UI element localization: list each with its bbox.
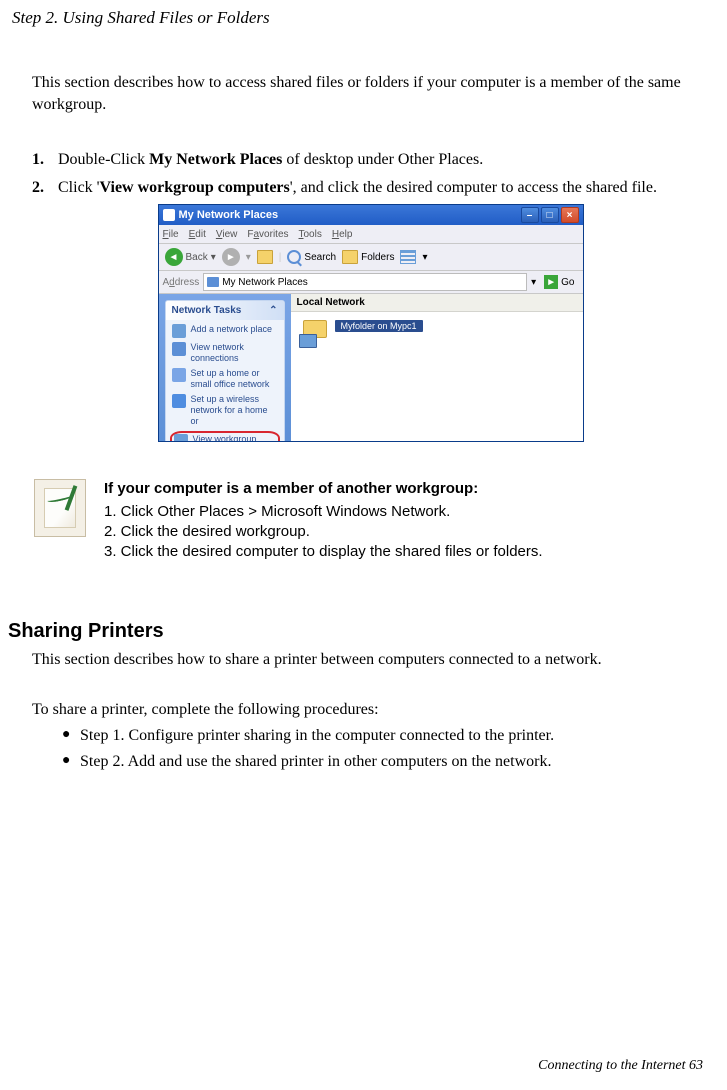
network-place-icon: [172, 324, 186, 338]
note-heading: If your computer is a member of another …: [104, 479, 543, 499]
step-number: 2.: [32, 177, 58, 199]
dropdown-icon: ▾: [211, 252, 216, 263]
step-number: 1.: [32, 149, 58, 171]
step-text: Double-Click My Network Places of deskto…: [58, 149, 709, 171]
maximize-button[interactable]: □: [541, 207, 559, 223]
menu-view[interactable]: View: [216, 229, 238, 240]
separator-icon: ▾: [246, 252, 251, 263]
task-label: View network connections: [191, 342, 278, 364]
collapse-icon: ⌃: [269, 305, 277, 316]
address-value: My Network Places: [222, 277, 308, 288]
content-pane: Local Network Myfolder on Mypc1: [291, 294, 583, 442]
address-field[interactable]: My Network Places: [203, 273, 527, 291]
go-arrow-icon: ►: [544, 275, 558, 289]
window-title: My Network Places: [179, 209, 279, 221]
folder-icon: [342, 250, 358, 264]
wireless-icon: [172, 394, 186, 408]
text-fragment: of desktop under Other Places.: [282, 151, 483, 168]
bullet-icon: ●: [62, 727, 80, 745]
go-label: Go: [561, 277, 574, 288]
bullet-step-1: ● Step 1. Configure printer sharing in t…: [32, 727, 709, 745]
search-label: Search: [304, 252, 336, 263]
forward-button[interactable]: ►: [222, 248, 240, 266]
menu-favorites[interactable]: Favorites: [247, 229, 288, 240]
note-icon-wrap: [34, 479, 86, 537]
text-fragment: ', and click the desired computer to acc…: [290, 179, 657, 196]
window-titlebar: My Network Places – □ ×: [159, 205, 583, 225]
search-button[interactable]: Search: [287, 250, 336, 264]
bullet-text: Step 1. Configure printer sharing in the…: [80, 727, 554, 745]
shared-folder-item[interactable]: Myfolder on Mypc1: [299, 320, 423, 350]
note-line-2: 2. Click the desired workgroup.: [104, 522, 543, 542]
close-button[interactable]: ×: [561, 207, 579, 223]
note-icon: [44, 488, 76, 528]
task-label: Add a network place: [191, 324, 273, 335]
section-intro: This section describes how to share a pr…: [32, 649, 709, 671]
task-add-network-place[interactable]: Add a network place: [172, 324, 278, 338]
text-fragment: Double-Click: [58, 151, 149, 168]
task-label: Set up a home or small office network: [191, 368, 278, 390]
network-places-icon: [207, 277, 219, 287]
task-panel-header[interactable]: Network Tasks ⌃: [166, 301, 284, 320]
back-button[interactable]: ◄ Back ▾: [165, 248, 216, 266]
folders-label: Folders: [361, 252, 394, 263]
bullet-icon: ●: [62, 753, 80, 771]
menubar: File Edit View Favorites Tools Help: [159, 225, 583, 244]
bullet-step-2: ● Step 2. Add and use the shared printer…: [32, 753, 709, 771]
task-panel: Network Tasks ⌃ Add a network place View…: [159, 294, 291, 442]
shared-folder-label: Myfolder on Mypc1: [335, 320, 423, 332]
workgroup-icon: [174, 434, 188, 442]
task-label: Set up a wireless network for a home or: [191, 394, 278, 427]
address-label: Address: [163, 277, 200, 288]
addressbar: Address My Network Places ▾ ► Go: [159, 271, 583, 294]
minimize-button[interactable]: –: [521, 207, 539, 223]
up-folder-icon[interactable]: [257, 250, 273, 264]
bold-fragment: View workgroup computers: [100, 179, 290, 196]
section-heading: Sharing Printers: [8, 620, 709, 643]
go-button[interactable]: ► Go: [540, 275, 578, 289]
task-view-workgroup[interactable]: View workgroup computers: [170, 431, 280, 442]
back-arrow-icon: ◄: [165, 248, 183, 266]
back-label: Back: [186, 252, 208, 263]
search-icon: [287, 250, 301, 264]
note-box: If your computer is a member of another …: [32, 479, 709, 562]
views-icon[interactable]: [400, 250, 416, 264]
instruction-step-2: 2. Click 'View workgroup computers', and…: [32, 177, 709, 199]
instruction-step-1: 1. Double-Click My Network Places of des…: [32, 149, 709, 171]
home-network-icon: [172, 368, 186, 382]
task-label: View workgroup computers: [193, 434, 276, 442]
folders-button[interactable]: Folders: [342, 250, 394, 264]
toolbar: ◄ Back ▾ ► ▾ | Search Folders ▾: [159, 244, 583, 271]
page-footer: Connecting to the Internet 63: [538, 1058, 703, 1074]
task-setup-home-network[interactable]: Set up a home or small office network: [172, 368, 278, 390]
text-fragment: Click ': [58, 179, 100, 196]
bold-fragment: My Network Places: [149, 151, 282, 168]
page-step-title: Step 2. Using Shared Files or Folders: [0, 0, 727, 28]
menu-help[interactable]: Help: [332, 229, 353, 240]
local-network-header: Local Network: [291, 294, 583, 312]
dropdown-icon: ▾: [422, 252, 427, 263]
note-line-3: 3. Click the desired computer to display…: [104, 542, 543, 562]
procedure-lead: To share a printer, complete the followi…: [32, 701, 709, 719]
bullet-text: Step 2. Add and use the shared printer i…: [80, 753, 551, 771]
connections-icon: [172, 342, 186, 356]
step-text: Click 'View workgroup computers', and cl…: [58, 177, 709, 199]
task-header-label: Network Tasks: [172, 305, 242, 316]
shared-folder-icon: [299, 320, 329, 350]
note-line-1: 1. Click Other Places > Microsoft Window…: [104, 502, 543, 522]
menu-tools[interactable]: Tools: [299, 229, 322, 240]
window-icon: [163, 209, 175, 221]
task-view-connections[interactable]: View network connections: [172, 342, 278, 364]
menu-edit[interactable]: Edit: [189, 229, 206, 240]
divider: |: [279, 252, 282, 263]
dropdown-icon[interactable]: ▾: [531, 277, 536, 288]
intro-paragraph: This section describes how to access sha…: [32, 72, 709, 115]
menu-file[interactable]: File: [163, 229, 179, 240]
task-setup-wireless[interactable]: Set up a wireless network for a home or: [172, 394, 278, 427]
screenshot-window: My Network Places – □ × File Edit View F…: [158, 204, 584, 442]
